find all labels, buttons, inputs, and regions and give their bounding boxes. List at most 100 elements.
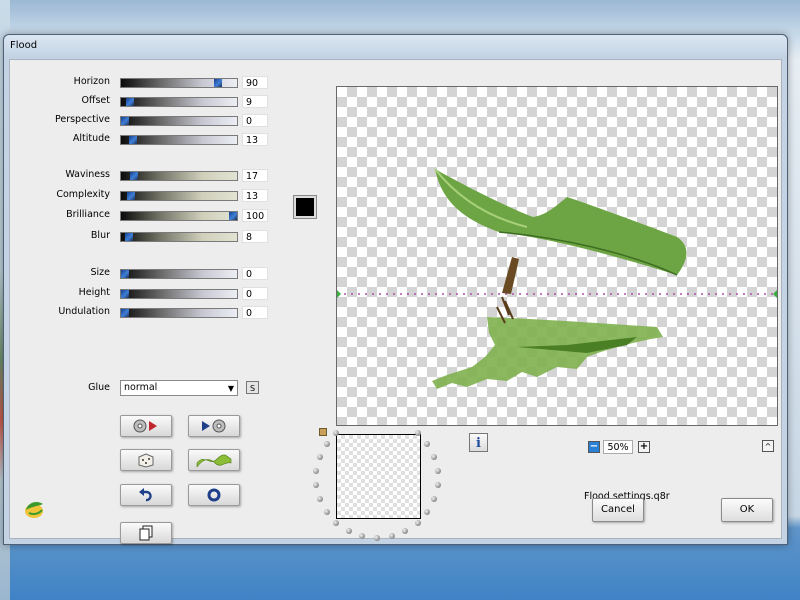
info-icon: i — [476, 436, 481, 451]
preview-canvas[interactable] — [336, 86, 778, 426]
waviness-slider[interactable] — [120, 171, 238, 181]
zoom-in-icon: + — [639, 441, 649, 452]
zoom-out-button[interactable]: − — [588, 441, 600, 453]
slider-thumb[interactable] — [121, 309, 129, 317]
slider-thumb[interactable] — [214, 79, 222, 87]
reset-icon — [207, 488, 221, 502]
slider-thumb[interactable] — [121, 290, 129, 298]
undo-icon — [139, 488, 152, 502]
height-slider[interactable] — [120, 289, 238, 299]
flood-dialog: Flood Horizon 90 Offset 9 Perspective 0 … — [3, 34, 788, 545]
size-slider[interactable] — [120, 269, 238, 279]
load-preset-button[interactable] — [120, 415, 172, 437]
glue-value: normal — [124, 382, 158, 393]
perspective-label: Perspective — [54, 114, 110, 125]
slider-thumb[interactable] — [121, 270, 129, 278]
complexity-value[interactable]: 13 — [242, 189, 268, 202]
thumbnail-anchor-icon[interactable] — [319, 428, 327, 436]
navigator-dot[interactable] — [435, 468, 441, 474]
brilliance-label: Brilliance — [66, 209, 110, 220]
perspective-value[interactable]: 0 — [242, 114, 268, 127]
slider-thumb[interactable] — [130, 172, 138, 180]
cancel-button[interactable]: Cancel — [592, 498, 644, 522]
navigator-dot[interactable] — [415, 430, 421, 436]
blur-label: Blur — [90, 230, 110, 241]
altitude-slider[interactable] — [120, 135, 238, 145]
navigator-dot[interactable] — [431, 454, 437, 460]
wave-button[interactable] — [188, 449, 240, 471]
navigator-dot[interactable] — [317, 454, 323, 460]
offset-value[interactable]: 9 — [242, 95, 268, 108]
slider-thumb[interactable] — [127, 192, 135, 200]
navigator-dot[interactable] — [374, 535, 380, 541]
undo-button[interactable] — [120, 484, 172, 506]
navigator-thumbnail[interactable] — [336, 434, 421, 519]
navigator-dot[interactable] — [324, 441, 330, 447]
glue-select[interactable]: normal ▼ — [120, 380, 238, 396]
navigator-dot[interactable] — [402, 528, 408, 534]
collapse-button[interactable]: ^ — [762, 440, 774, 452]
navigator-dot[interactable] — [424, 441, 430, 447]
navigator-dot[interactable] — [346, 528, 352, 534]
slider-thumb[interactable] — [125, 233, 133, 241]
horizon-slider[interactable] — [120, 78, 238, 88]
waviness-label: Waviness — [65, 169, 110, 180]
offset-label: Offset — [81, 95, 110, 106]
size-value[interactable]: 0 — [242, 267, 268, 280]
navigator-dot[interactable] — [435, 482, 441, 488]
random-button[interactable] — [120, 449, 172, 471]
window-title: Flood — [10, 40, 38, 51]
zoom-in-button[interactable]: + — [638, 441, 650, 453]
preview-image — [337, 168, 777, 389]
dialog-client: Horizon 90 Offset 9 Perspective 0 Altitu… — [9, 59, 782, 544]
ok-button[interactable]: OK — [721, 498, 773, 522]
color-swatch[interactable] — [293, 195, 317, 219]
offset-slider[interactable] — [120, 97, 238, 107]
glue-label: Glue — [88, 382, 110, 393]
undulation-slider[interactable] — [120, 308, 238, 318]
reset-button[interactable] — [188, 484, 240, 506]
save-preset-icon — [202, 419, 226, 433]
brilliance-slider[interactable] — [120, 211, 238, 221]
info-button[interactable]: i — [469, 433, 488, 452]
horizon-value[interactable]: 90 — [242, 76, 268, 89]
wave-icon — [196, 454, 232, 467]
waviness-value[interactable]: 17 — [242, 169, 268, 182]
navigator-dot[interactable] — [317, 496, 323, 502]
complexity-label: Complexity — [56, 189, 110, 200]
random-dice-icon — [138, 453, 154, 468]
navigator-dot[interactable] — [333, 430, 339, 436]
complexity-slider[interactable] — [120, 191, 238, 201]
brilliance-value[interactable]: 100 — [242, 209, 268, 222]
save-preset-button[interactable] — [188, 415, 240, 437]
copy-button[interactable] — [120, 522, 172, 544]
slider-thumb[interactable] — [129, 136, 137, 144]
title-bar[interactable]: Flood — [4, 35, 787, 58]
blur-value[interactable]: 8 — [242, 230, 268, 243]
navigator-dot[interactable] — [431, 496, 437, 502]
collapse-up-icon: ^ — [764, 442, 772, 451]
navigator-dot[interactable] — [313, 482, 319, 488]
navigator-dot[interactable] — [389, 533, 395, 539]
chevron-down-icon: ▼ — [227, 384, 234, 393]
navigator-dot[interactable] — [324, 509, 330, 515]
navigator-dot[interactable] — [333, 520, 339, 526]
glue-s-button[interactable]: S — [246, 381, 259, 394]
horizon-label: Horizon — [73, 76, 110, 87]
perspective-slider[interactable] — [120, 116, 238, 126]
navigator-dot[interactable] — [415, 520, 421, 526]
slider-thumb[interactable] — [126, 98, 134, 106]
slider-thumb[interactable] — [121, 117, 129, 125]
navigator-dot[interactable] — [424, 509, 430, 515]
height-label: Height — [78, 287, 110, 298]
zoom-out-icon: − — [589, 441, 599, 452]
navigator-dot[interactable] — [313, 468, 319, 474]
altitude-value[interactable]: 13 — [242, 133, 268, 146]
height-value[interactable]: 0 — [242, 287, 268, 300]
blur-slider[interactable] — [120, 232, 238, 242]
undulation-label: Undulation — [58, 306, 110, 317]
slider-thumb[interactable] — [229, 212, 237, 220]
navigator-dot[interactable] — [359, 533, 365, 539]
zoom-level[interactable]: 50% — [603, 440, 633, 454]
undulation-value[interactable]: 0 — [242, 306, 268, 319]
